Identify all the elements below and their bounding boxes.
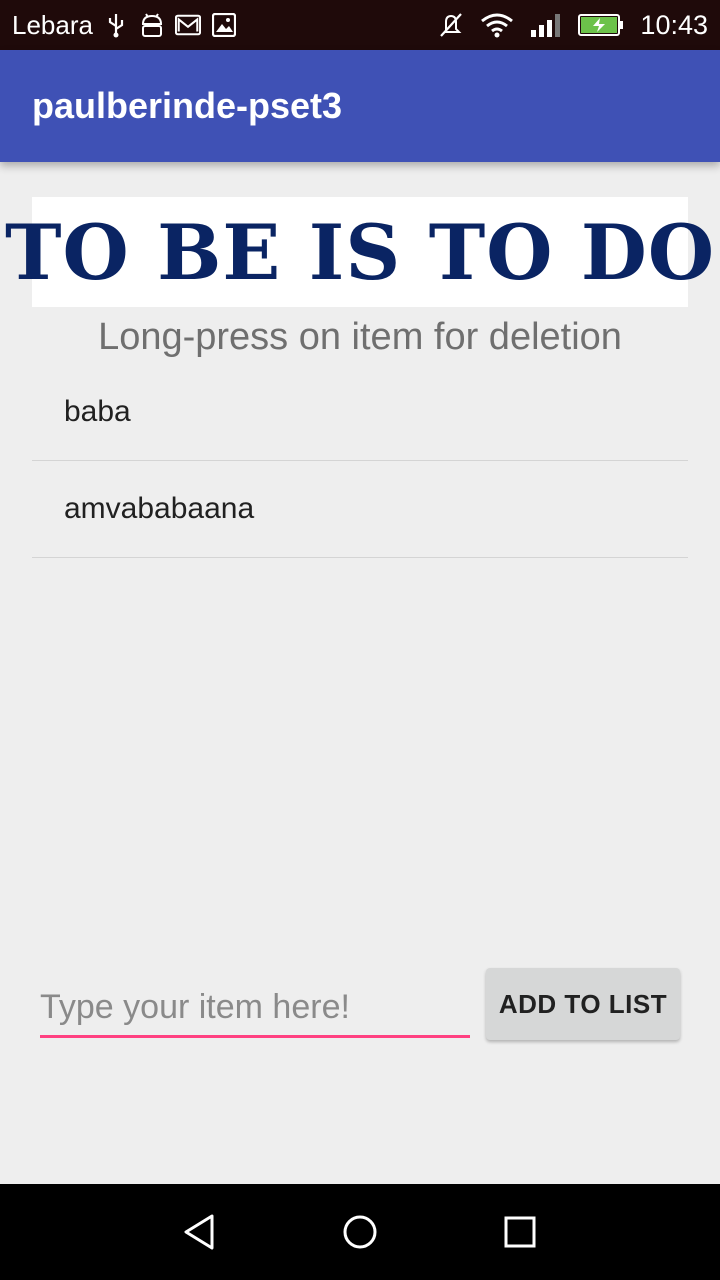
recents-icon[interactable]	[480, 1192, 560, 1272]
wifi-icon	[480, 12, 514, 38]
add-to-list-button[interactable]: ADD TO LIST	[486, 968, 680, 1040]
status-right: 10:43	[438, 10, 720, 41]
image-icon	[211, 12, 237, 38]
battery-charging-icon	[578, 12, 624, 38]
list-item[interactable]: baba	[32, 364, 688, 461]
app-title: paulberinde-pset3	[32, 85, 343, 126]
home-icon[interactable]	[320, 1192, 400, 1272]
nav-bar	[0, 1184, 720, 1280]
back-icon[interactable]	[160, 1192, 240, 1272]
input-row: ADD TO LIST	[40, 968, 680, 1040]
list-item[interactable]: amvababaana	[32, 461, 688, 558]
item-input[interactable]	[40, 980, 470, 1038]
banner-text: TO BE IS TO DO	[4, 207, 716, 297]
android-icon	[139, 12, 165, 38]
carrier-label: Lebara	[12, 9, 93, 40]
todo-list: baba amvababaana	[32, 364, 688, 558]
deletion-hint: Long-press on item for deletion	[98, 316, 622, 358]
status-left: Lebara	[0, 10, 237, 41]
app-bar: paulberinde-pset3	[0, 50, 720, 162]
banner-image: TO BE IS TO DO	[5, 197, 714, 307]
gmail-icon	[174, 12, 201, 38]
mute-icon	[438, 12, 464, 38]
clock: 10:43	[640, 9, 708, 40]
signal-icon	[530, 12, 562, 38]
usb-icon	[103, 12, 129, 38]
status-bar: Lebara 10:43	[0, 0, 720, 50]
